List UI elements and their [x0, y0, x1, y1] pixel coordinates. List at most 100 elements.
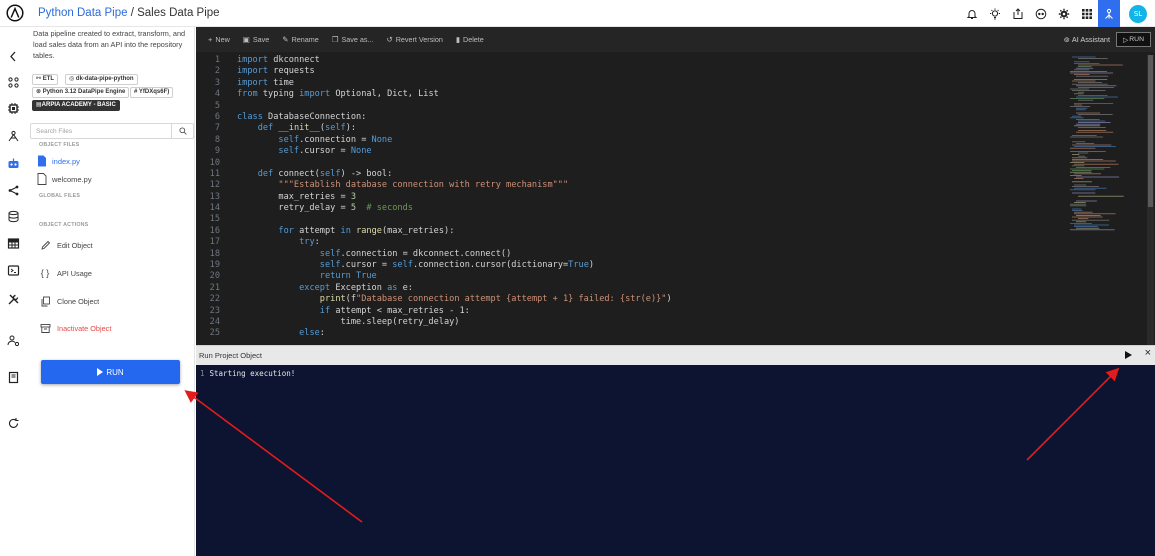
code-line: 23 if attempt < max_retries - 1:: [196, 306, 1056, 317]
inactivate-object-action[interactable]: Inactivate Object: [39, 321, 111, 335]
user-settings-icon[interactable]: [0, 330, 27, 350]
line-text: print(f"Database connection attempt {att…: [319, 294, 672, 305]
line-number: 18: [209, 248, 220, 259]
pencil-icon: [39, 239, 51, 251]
object-side-panel: Data pipeline created to extract, transf…: [27, 27, 195, 556]
code-line: 13 max_retries = 3: [196, 192, 1056, 203]
api-usage-action[interactable]: { } API Usage: [39, 266, 92, 280]
left-rail: [0, 27, 27, 556]
bulb-icon[interactable]: [983, 0, 1006, 27]
clone-object-action[interactable]: Clone Object: [39, 294, 99, 308]
apps-icon[interactable]: [0, 72, 27, 92]
user-avatar[interactable]: SL: [1129, 4, 1147, 23]
code-line: 2 import requests: [196, 66, 1056, 77]
save-as-button[interactable]: ❐ Save as...: [332, 35, 374, 44]
breadcrumb-project-link[interactable]: Python Data Pipe: [38, 7, 128, 19]
rename-button[interactable]: ✎ Rename: [282, 35, 318, 44]
search-icon[interactable]: [171, 124, 193, 138]
tools-icon[interactable]: [0, 289, 27, 309]
new-button[interactable]: + New: [208, 35, 230, 44]
terminal-icon[interactable]: [0, 260, 27, 280]
search-input[interactable]: [31, 124, 171, 138]
file-name: welcome.py: [52, 174, 92, 184]
line-text: class DatabaseConnection:: [237, 111, 367, 122]
delete-label: Delete: [463, 35, 484, 44]
close-icon[interactable]: ×: [1145, 347, 1151, 359]
user-network-icon[interactable]: [1098, 0, 1120, 27]
robot-icon[interactable]: [0, 153, 27, 173]
new-label: New: [215, 35, 230, 44]
file-item-welcome[interactable]: welcome.py: [37, 172, 92, 186]
tag-object-id[interactable]: # YfDXqs6F): [130, 87, 174, 98]
code-area[interactable]: 1 import dkconnect 2 import requests 3 import…: [196, 55, 1056, 343]
line-text: else:: [299, 328, 325, 339]
editor-toolbar: + New ▣ Save ✎ Rename ❐ Save as... ↺ Revert V…: [196, 27, 1155, 52]
line-number: 20: [209, 271, 220, 282]
tag-engine[interactable]: ⊛ Python 3.12 DataPipe Engine: [32, 87, 130, 98]
python-icon: ⊛: [36, 89, 43, 95]
run-button-label: RUN: [106, 367, 124, 377]
code-line: 3 import time: [196, 78, 1056, 89]
code-line: 14 retry_delay = 5 # seconds: [196, 203, 1056, 214]
line-number: 15: [209, 214, 220, 225]
copy-icon: ❐: [331, 35, 339, 44]
editor-vertical-scrollbar[interactable]: [1147, 55, 1154, 345]
breadcrumb-current: Sales Data Pipe: [137, 7, 220, 19]
delete-button[interactable]: ▮ Delete: [456, 35, 484, 44]
floppy-icon: ▣: [242, 35, 250, 44]
run-button[interactable]: RUN: [41, 360, 180, 384]
export-icon[interactable]: [1006, 0, 1029, 27]
save-button[interactable]: ▣ Save: [243, 35, 269, 44]
braces-icon: { }: [40, 268, 50, 278]
top-icon-group: SL: [960, 0, 1155, 27]
chip-icon[interactable]: [0, 98, 27, 118]
refresh-icon[interactable]: [0, 413, 27, 433]
tag-academy[interactable]: ▤ARPIA ACADEMY - BASIC: [32, 100, 120, 111]
line-text: max_retries = 3: [237, 191, 357, 202]
bell-icon[interactable]: [960, 0, 983, 27]
code-line: 18 self.connection = dkconnect.connect(): [196, 249, 1056, 260]
settings-icon[interactable]: [1052, 0, 1075, 27]
database-icon[interactable]: [0, 206, 27, 226]
code-line: 22 print(f"Database connection attempt {…: [196, 294, 1056, 305]
file-item-index[interactable]: index.py: [37, 154, 80, 168]
line-text: self.connection = dkconnect.connect(): [319, 248, 512, 259]
code-line: 11 def connect(self) -> bool:: [196, 169, 1056, 180]
tag-container[interactable]: ◎ dk-data-pipe-python: [65, 74, 138, 85]
ai-assistant-button[interactable]: ⊚ AI Assistant: [1064, 27, 1110, 52]
object-files-label: OBJECT FILES: [39, 142, 80, 148]
scrollbar-thumb[interactable]: [1148, 55, 1153, 207]
line-text: retry_delay = 5 # seconds: [237, 203, 413, 214]
run-console[interactable]: 1 Starting execution!: [196, 365, 1155, 556]
app-logo[interactable]: [2, 0, 28, 27]
toolbar-run-button[interactable]: ▷ RUN: [1116, 32, 1151, 47]
book-icon[interactable]: [0, 367, 27, 387]
network-icon[interactable]: [0, 126, 27, 146]
revert-version-button[interactable]: ↺ Revert Version: [386, 35, 442, 44]
logo-icon: [6, 4, 24, 22]
tag-academy-label: ARPIA ACADEMY - BASIC: [41, 102, 116, 108]
line-text: import time: [237, 77, 294, 88]
code-line: 24 time.sleep(retry_delay): [196, 317, 1056, 328]
edit-object-action[interactable]: Edit Object: [39, 238, 93, 252]
view-icon[interactable]: [1029, 0, 1052, 27]
code-minimap[interactable]: [1066, 54, 1138, 232]
code-line: 9 self.cursor = None: [196, 146, 1056, 157]
chevron-left-icon[interactable]: [0, 46, 27, 66]
tag-etl[interactable]: ⚯ ETL: [32, 74, 59, 85]
line-text: time.sleep(retry_delay): [237, 316, 460, 327]
line-number: 13: [209, 191, 220, 202]
play-icon[interactable]: [1125, 351, 1132, 359]
revert-label: Revert Version: [395, 35, 443, 44]
grid-icon[interactable]: [1075, 0, 1098, 27]
file-search: [30, 123, 194, 139]
table-icon[interactable]: [0, 233, 27, 253]
line-text: import requests: [237, 66, 315, 77]
share-icon[interactable]: [0, 180, 27, 200]
save-label: Save: [252, 35, 270, 44]
save-as-label: Save as...: [341, 35, 374, 44]
code-line: 21 except Exception as e:: [196, 283, 1056, 294]
inactivate-object-label: Inactivate Object: [57, 323, 112, 333]
api-usage-label: API Usage: [57, 268, 92, 278]
line-text: def __init__(self):: [257, 123, 357, 134]
